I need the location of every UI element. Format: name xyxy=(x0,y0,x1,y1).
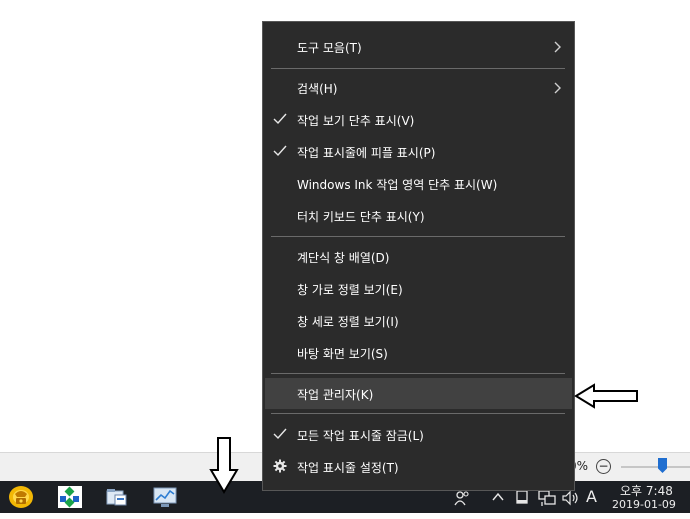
menu-item-show-people[interactable]: 작업 표시줄에 피플 표시(P) xyxy=(263,138,574,166)
menu-item-label: 작업 보기 단추 표시(V) xyxy=(297,114,415,128)
menu-item-toolbars[interactable]: 도구 모음(T) xyxy=(263,33,574,61)
volume-icon[interactable] xyxy=(561,489,579,507)
file-explorer-icon[interactable] xyxy=(104,485,130,509)
menu-item-cascade-windows[interactable]: 계단식 창 배열(D) xyxy=(263,243,574,271)
ime-indicator[interactable]: A xyxy=(586,487,597,519)
menu-separator xyxy=(271,373,565,374)
menu-item-label: 작업 관리자(K) xyxy=(297,388,374,402)
checkmark-icon xyxy=(273,113,287,125)
clock-date[interactable]: 2019-01-09 xyxy=(612,498,676,511)
checkmark-icon xyxy=(273,428,287,440)
menu-separator xyxy=(271,236,565,237)
menu-item-label: 모든 작업 표시줄 잠금(L) xyxy=(297,429,424,443)
menu-item-side-by-side-windows[interactable]: 창 세로 정렬 보기(I) xyxy=(263,307,574,335)
menu-item-label: Windows Ink 작업 영역 단추 표시(W) xyxy=(297,178,498,192)
menu-item-taskbar-settings[interactable]: 작업 표시줄 설정(T) xyxy=(263,453,574,481)
menu-item-label: 도구 모음(T) xyxy=(297,41,362,55)
menu-item-show-touch-keyboard[interactable]: 터치 키보드 단추 표시(Y) xyxy=(263,202,574,230)
zoom-out-button[interactable]: − xyxy=(596,459,611,474)
menu-item-show-task-view-button[interactable]: 작업 보기 단추 표시(V) xyxy=(263,106,574,134)
zoom-slider-thumb[interactable] xyxy=(658,458,667,473)
show-hidden-icons-chevron[interactable] xyxy=(491,491,505,503)
control-panel-icon[interactable] xyxy=(152,485,178,509)
menu-separator xyxy=(271,413,565,414)
menu-item-label: 창 세로 정렬 보기(I) xyxy=(297,315,399,329)
notification-icon[interactable] xyxy=(515,489,529,505)
menu-item-stacked-windows[interactable]: 창 가로 정렬 보기(E) xyxy=(263,275,574,303)
menu-item-label: 작업 표시줄에 피플 표시(P) xyxy=(297,146,436,160)
clock-time[interactable]: 오후 7:48 xyxy=(620,482,673,499)
menu-item-label: 바탕 화면 보기(S) xyxy=(297,347,388,361)
menu-item-search[interactable]: 검색(H) xyxy=(263,74,574,102)
menu-item-show-windows-ink[interactable]: Windows Ink 작업 영역 단추 표시(W) xyxy=(263,170,574,198)
gear-icon xyxy=(273,459,287,473)
checkmark-icon xyxy=(273,145,287,157)
menu-item-show-desktop[interactable]: 바탕 화면 보기(S) xyxy=(263,339,574,367)
network-app-icon[interactable] xyxy=(57,485,83,509)
menu-item-task-manager[interactable]: 작업 관리자(K) xyxy=(265,378,572,409)
menu-item-label: 검색(H) xyxy=(297,82,338,96)
down-arrow-annotation-icon xyxy=(209,437,239,494)
menu-item-lock-taskbars[interactable]: 모든 작업 표시줄 잠금(L) xyxy=(263,421,574,449)
menu-item-label: 터치 키보드 단추 표시(Y) xyxy=(297,210,425,224)
menu-separator xyxy=(271,68,565,69)
zoom-slider-track[interactable] xyxy=(621,466,690,468)
people-icon[interactable] xyxy=(453,489,471,507)
taskbar-context-menu: 도구 모음(T) 검색(H) 작업 보기 단추 표시(V) 작업 표시줄에 피플… xyxy=(262,21,575,491)
menu-item-label: 창 가로 정렬 보기(E) xyxy=(297,283,403,297)
menu-item-label: 작업 표시줄 설정(T) xyxy=(297,461,399,475)
phone-app-icon[interactable] xyxy=(8,485,34,509)
left-arrow-annotation-icon xyxy=(574,383,638,409)
menu-item-label: 계단식 창 배열(D) xyxy=(297,251,390,265)
chevron-right-icon xyxy=(554,82,561,94)
network-icon[interactable] xyxy=(537,489,557,507)
chevron-right-icon xyxy=(554,41,561,53)
